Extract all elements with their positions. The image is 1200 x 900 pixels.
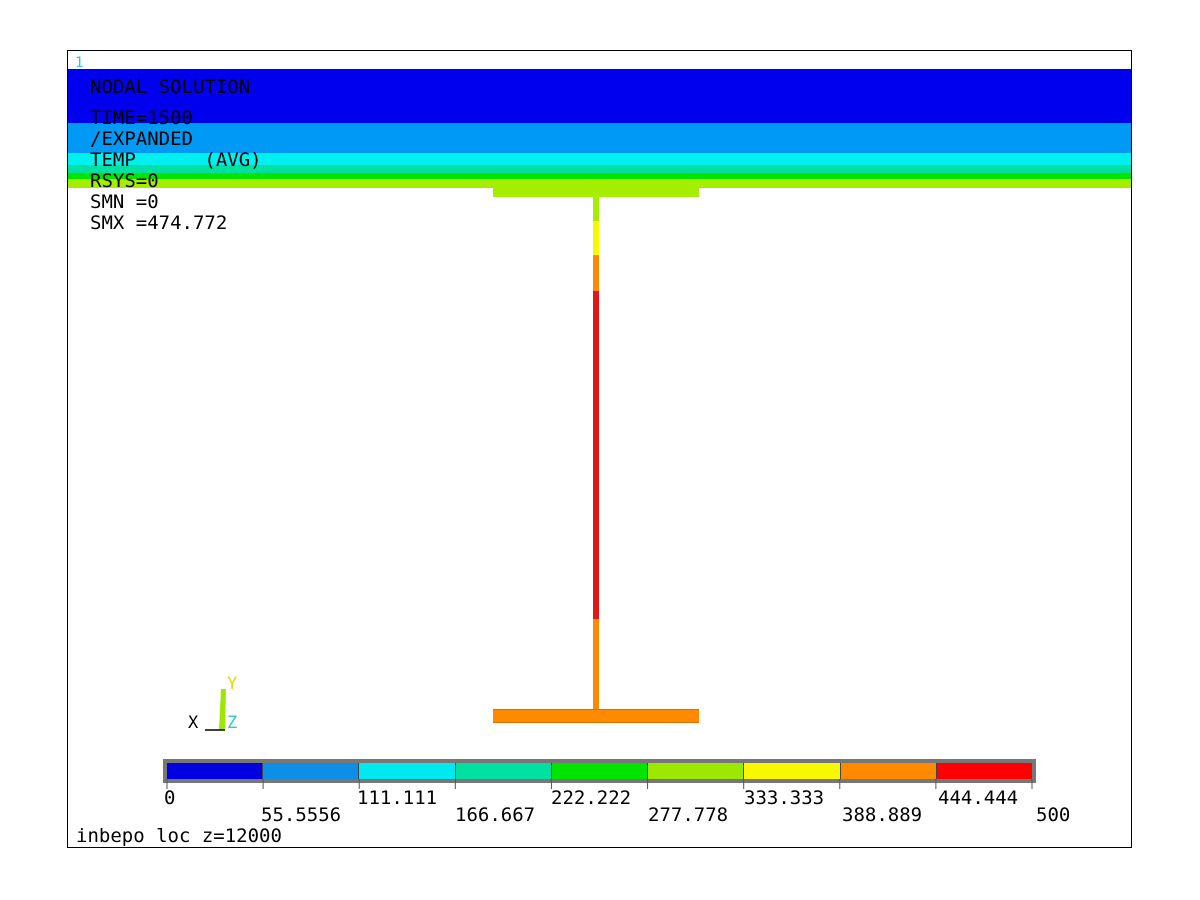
triad-z-label: Z: [227, 713, 238, 733]
triad-x-label: X: [188, 713, 199, 733]
legend-label-444: 444.444: [938, 787, 1019, 809]
web-segment-red: [593, 291, 599, 619]
footer-title: inbepo loc z=12000: [76, 825, 282, 847]
legend-label-166: 166.667: [455, 804, 536, 826]
web-segment-top: [593, 197, 599, 221]
legend-label-388: 388.889: [842, 804, 923, 826]
legend-cell: [454, 763, 551, 779]
legend-cell: [262, 763, 359, 779]
info-smn: SMN =0: [90, 191, 159, 213]
info-time: TIME=1500: [90, 107, 193, 129]
legend-cell: [358, 763, 455, 779]
web-segment-orange-upper: [593, 255, 599, 291]
legend-label-333: 333.333: [744, 787, 825, 809]
legend-cell: [743, 763, 840, 779]
legend-cell: [935, 763, 1032, 779]
legend-cell: [167, 763, 263, 779]
legend-label-0: 0: [164, 787, 176, 809]
info-temp: TEMP (AVG): [90, 149, 262, 171]
info-nodal-solution: NODAL SOLUTION: [90, 76, 251, 98]
legend-label-111: 111.111: [357, 787, 438, 809]
web-segment-orange-lower: [593, 619, 599, 709]
slab-band-yellow-green: [68, 179, 1131, 188]
info-rsys: RSYS=0: [90, 170, 159, 192]
graphics-viewport[interactable]: 1 NODAL SOLUTION TIME=1500 /EXPANDED TEM…: [67, 50, 1132, 848]
legend-label-277: 277.778: [648, 804, 729, 826]
info-smx: SMX =474.772: [90, 212, 228, 234]
legend-cell: [647, 763, 744, 779]
legend-label-55: 55.5556: [261, 804, 342, 826]
web-segment-yellow: [593, 221, 599, 255]
bottom-flange: [493, 709, 699, 723]
info-expanded: /EXPANDED: [90, 128, 193, 150]
top-flange: [493, 188, 699, 197]
legend-cell: [839, 763, 936, 779]
triad-y-label: Y: [227, 674, 238, 694]
legend-cell: [550, 763, 648, 779]
legend-label-222: 222.222: [551, 787, 632, 809]
legend-label-500: 500: [1036, 804, 1071, 826]
axis-triad: Y X Z: [185, 675, 245, 735]
